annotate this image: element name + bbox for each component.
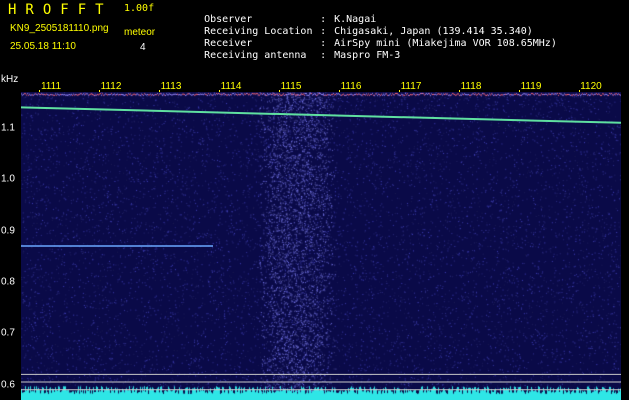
header-panel: HROFFT 1.00f KN9_2505181110.png meteor 2…	[0, 0, 629, 72]
spectrogram-overlay	[21, 106, 621, 391]
spectrogram	[21, 92, 621, 400]
x-tick-label: 1116	[340, 81, 362, 92]
y-axis-unit-label: kHz	[1, 74, 19, 85]
info-key: Receiving antenna	[204, 50, 307, 61]
x-tick-label: 1120	[580, 81, 602, 92]
x-tick-label: 1111	[40, 81, 62, 92]
info-colon: :	[320, 50, 327, 61]
y-tick-label: 0.8	[1, 276, 15, 288]
meteor-label: meteor	[124, 27, 156, 38]
y-tick-label: 0.9	[1, 225, 15, 237]
info-row-antenna: Receiving antenna: Maspro FM-3	[180, 39, 400, 72]
meteor-count: 4	[140, 42, 146, 53]
x-tick-label: 1118	[460, 81, 482, 92]
x-tick-label: 1115	[280, 81, 302, 92]
app-title: HROFFT	[8, 2, 113, 18]
signal-trace	[21, 106, 621, 124]
timestamp: 25.05.18 11:10	[10, 41, 76, 52]
app-version: 1.00f	[124, 3, 155, 14]
x-tick-label: 1114	[220, 81, 242, 92]
x-tick-label: 1117	[400, 81, 422, 92]
y-tick-label: 1.1	[1, 122, 15, 134]
file-name: KN9_2505181110.png	[10, 23, 109, 34]
x-tick-label: 1113	[160, 81, 182, 92]
y-tick-label: 1.0	[1, 173, 15, 185]
info-value: Maspro FM-3	[334, 50, 401, 61]
y-tick-label: 0.6	[1, 379, 15, 391]
y-tick-label: 0.7	[1, 327, 15, 339]
x-tick-label: 1119	[520, 81, 542, 92]
x-tick-label: 1112	[100, 81, 122, 92]
